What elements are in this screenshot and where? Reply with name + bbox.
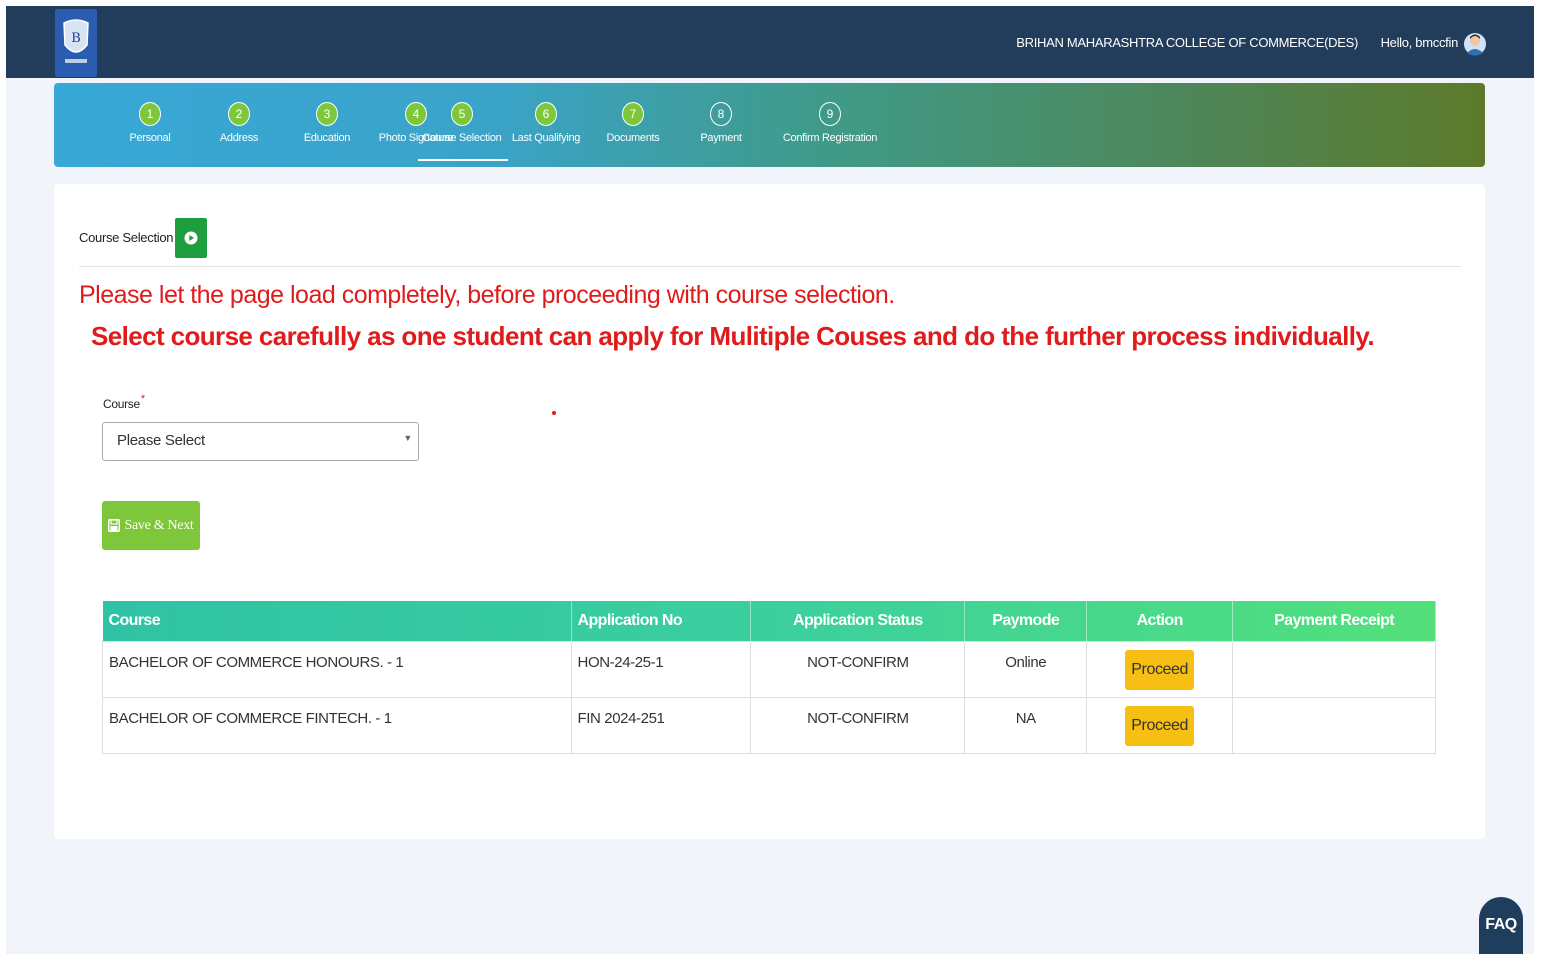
table-header-row: Course Application No Application Status… — [102, 601, 1436, 641]
step-personal[interactable]: 1 Personal — [100, 102, 200, 144]
step-payment[interactable]: 8 Payment — [671, 102, 771, 144]
col-application-status: Application Status — [750, 601, 966, 641]
step-label: Payment — [700, 132, 742, 144]
step-number: 2 — [228, 102, 250, 126]
save-next-label: Save & Next — [124, 517, 194, 533]
title-divider — [79, 266, 1461, 267]
proceed-button[interactable]: Proceed — [1125, 705, 1195, 746]
cell-payment-receipt — [1232, 640, 1436, 698]
caret-down-icon: ▼ — [403, 433, 412, 443]
svg-text:B: B — [71, 31, 81, 46]
cell-paymode: NA — [964, 696, 1088, 754]
college-name: BRIHAN MAHARASHTRA COLLEGE OF COMMERCE(D… — [1016, 35, 1358, 50]
cell-status: NOT-CONFIRM — [750, 640, 966, 698]
save-next-button[interactable]: Save & Next — [102, 501, 200, 550]
cell-status: NOT-CONFIRM — [750, 696, 966, 754]
user-avatar-icon[interactable] — [1464, 31, 1486, 57]
multiple-course-notice: Select course carefully as one student c… — [91, 321, 1375, 351]
step-number: 7 — [622, 102, 644, 126]
step-number: 3 — [316, 102, 338, 126]
applications-table: Course Application No Application Status… — [102, 601, 1436, 754]
col-action: Action — [1086, 601, 1234, 641]
cell-course: BACHELOR OF COMMERCE HONOURS. - 1 — [102, 640, 572, 698]
course-label-text: Course — [103, 397, 140, 411]
col-paymode: Paymode — [964, 601, 1088, 641]
step-last-qualifying[interactable]: 6 Last Qualifying — [496, 102, 596, 144]
cell-application-no: FIN 2024-251 — [570, 696, 752, 754]
page-frame: B BRIHAN MAHARASHTRA COLLEGE OF COMMERCE… — [6, 6, 1534, 954]
load-notice: Please let the page load completely, bef… — [79, 281, 895, 309]
step-documents[interactable]: 7 Documents — [583, 102, 683, 144]
course-select-value: Please Select — [117, 432, 205, 449]
step-label: Personal — [129, 132, 171, 144]
faq-button[interactable]: FAQ — [1479, 897, 1523, 954]
college-crest-icon[interactable]: B — [55, 9, 97, 77]
cell-action: Proceed — [1086, 696, 1234, 754]
step-confirm-registration[interactable]: 9 Confirm Registration — [760, 102, 900, 144]
step-number: 1 — [139, 102, 161, 126]
course-selection-card: Course Selection Please let the page loa… — [54, 184, 1485, 839]
cell-paymode: Online — [964, 640, 1088, 698]
step-label: Address — [219, 132, 259, 144]
registration-steps: 1 Personal 2 Address 3 Education 4 Photo… — [54, 83, 1485, 167]
col-payment-receipt: Payment Receipt — [1232, 601, 1436, 641]
course-select[interactable]: Please Select ▼ — [102, 422, 419, 461]
step-label: Confirm Registration — [782, 132, 878, 144]
cell-application-no: HON-24-25-1 — [570, 640, 752, 698]
step-number: 9 — [819, 102, 841, 126]
floppy-disk-icon — [108, 519, 121, 532]
step-address[interactable]: 2 Address — [189, 102, 289, 144]
user-greeting[interactable]: Hello, bmccfin — [1381, 35, 1459, 50]
step-number: 8 — [710, 102, 732, 126]
step-number: 5 — [451, 102, 473, 126]
table-row: BACHELOR OF COMMERCE FINTECH. - 1 FIN 20… — [102, 696, 1436, 754]
play-circle-icon[interactable] — [175, 218, 207, 258]
active-step-underline — [418, 159, 508, 161]
col-application-no: Application No — [571, 601, 752, 641]
step-label: Documents — [606, 132, 660, 144]
section-title: Course Selection — [79, 230, 174, 245]
top-navbar: B BRIHAN MAHARASHTRA COLLEGE OF COMMERCE… — [6, 6, 1534, 78]
col-course: Course — [102, 601, 572, 641]
proceed-button[interactable]: Proceed — [1125, 649, 1195, 690]
cell-action: Proceed — [1086, 640, 1234, 698]
step-education[interactable]: 3 Education — [277, 102, 377, 144]
cell-payment-receipt — [1232, 696, 1436, 754]
table-row: BACHELOR OF COMMERCE HONOURS. - 1 HON-24… — [102, 640, 1436, 698]
cell-course: BACHELOR OF COMMERCE FINTECH. - 1 — [102, 696, 572, 754]
step-number: 6 — [535, 102, 557, 126]
course-field-label: Course* — [103, 393, 145, 411]
loading-dot — [552, 411, 556, 415]
step-label: Last Qualifying — [511, 132, 581, 144]
step-label: Education — [303, 132, 351, 144]
required-mark: * — [140, 393, 145, 405]
